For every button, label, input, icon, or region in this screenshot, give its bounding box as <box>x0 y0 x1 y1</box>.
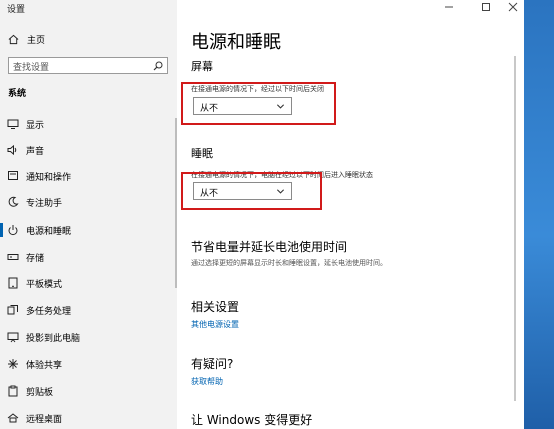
settings-window: 设置 主页 查找设置 系统 显示 声音 通知和操作 专注助手 电源和睡眠 存储 … <box>0 0 524 429</box>
page-title: 电源和睡眠 <box>191 32 281 53</box>
maximize-icon[interactable] <box>479 0 493 14</box>
sidebar-item-project-to-pc[interactable]: 投影到此电脑 <box>0 324 177 350</box>
screen-heading: 屏幕 <box>191 60 213 73</box>
sidebar-item-multitasking[interactable]: 多任务处理 <box>0 297 177 323</box>
sidebar-item-label: 专注助手 <box>26 198 63 209</box>
monitor-icon <box>6 117 20 131</box>
search-input[interactable]: 查找设置 <box>8 57 168 74</box>
sidebar: 设置 主页 查找设置 系统 显示 声音 通知和操作 专注助手 电源和睡眠 存储 … <box>0 0 177 429</box>
sidebar-item-display[interactable]: 显示 <box>0 111 177 137</box>
main-scrollbar[interactable] <box>514 56 516 401</box>
sidebar-item-label: 远程桌面 <box>26 414 63 425</box>
window-title: 设置 <box>7 5 26 15</box>
sidebar-item-tablet-mode[interactable]: 平板模式 <box>0 270 177 296</box>
sidebar-item-storage[interactable]: 存储 <box>0 244 177 270</box>
storage-icon <box>6 250 20 264</box>
sleep-heading: 睡眠 <box>191 147 213 160</box>
speaker-icon <box>6 143 20 157</box>
search-placeholder: 查找设置 <box>13 63 50 73</box>
home-icon <box>8 34 19 44</box>
sidebar-item-clipboard[interactable]: 剪贴板 <box>0 378 177 404</box>
category-title: 系统 <box>8 89 27 99</box>
home-label: 主页 <box>27 35 46 46</box>
sidebar-item-shared-experience[interactable]: 体验共享 <box>0 351 177 377</box>
highlight-box-sleep <box>181 172 322 210</box>
sidebar-item-remote-desktop[interactable]: 远程桌面 <box>0 405 177 429</box>
sidebar-item-notifications[interactable]: 通知和操作 <box>0 163 177 189</box>
moon-icon <box>6 195 20 209</box>
clipboard-icon <box>6 384 20 398</box>
sidebar-item-label: 剪贴板 <box>26 387 54 398</box>
power-icon <box>6 223 20 237</box>
sidebar-item-label: 体验共享 <box>26 360 63 371</box>
sidebar-item-label: 显示 <box>26 120 45 131</box>
home-nav-item[interactable]: 主页 <box>8 31 45 47</box>
windows-feedback-heading: 让 Windows 变得更好 <box>191 413 313 427</box>
get-help-link[interactable]: 获取帮助 <box>191 376 223 387</box>
sidebar-item-label: 通知和操作 <box>26 172 72 183</box>
sidebar-item-label: 声音 <box>26 146 45 157</box>
related-settings-heading: 相关设置 <box>191 300 240 314</box>
battery-heading: 节省电量并延长电池使用时间 <box>191 240 348 254</box>
help-heading: 有疑问? <box>191 357 234 371</box>
tablet-icon <box>6 276 20 290</box>
additional-power-settings-link[interactable]: 其他电源设置 <box>191 319 239 330</box>
battery-description: 通过选择更短的屏幕显示时长和睡眠设置，延长电池使用时间。 <box>191 259 387 267</box>
share-icon <box>6 357 20 371</box>
minimize-icon[interactable] <box>442 0 456 14</box>
sidebar-item-label: 电源和睡眠 <box>26 226 72 237</box>
sidebar-item-label: 平板模式 <box>26 279 63 290</box>
desktop-background <box>524 0 554 429</box>
projector-icon <box>6 330 20 344</box>
sidebar-item-label: 多任务处理 <box>26 306 72 317</box>
main-content: 电源和睡眠 屏幕 在接通电源的情况下，经过以下时间后关闭 从不 睡眠 在接通电源… <box>177 0 524 429</box>
notification-icon <box>6 169 20 183</box>
sidebar-item-label: 投影到此电脑 <box>26 333 81 344</box>
sidebar-item-focus-assist[interactable]: 专注助手 <box>0 189 177 215</box>
highlight-box-screen <box>181 82 336 125</box>
sidebar-item-sound[interactable]: 声音 <box>0 137 177 163</box>
sidebar-item-power-sleep[interactable]: 电源和睡眠 <box>0 217 177 243</box>
search-icon <box>153 61 163 71</box>
multitask-icon <box>6 303 20 317</box>
sidebar-item-label: 存储 <box>26 253 45 264</box>
remote-desktop-icon <box>6 411 20 425</box>
close-icon[interactable] <box>506 0 520 14</box>
